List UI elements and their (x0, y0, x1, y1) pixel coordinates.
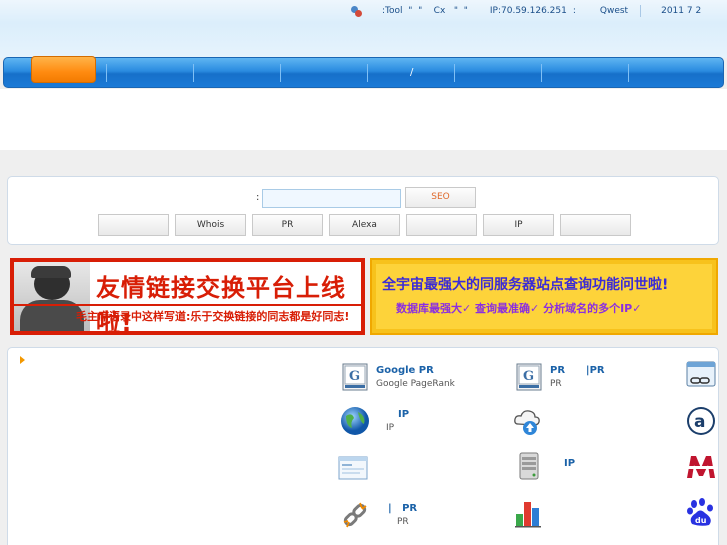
tab-alexa[interactable]: Alexa (329, 214, 400, 236)
divider (640, 5, 642, 17)
tab-query-7[interactable] (560, 214, 631, 236)
ip-label: IP: (489, 6, 501, 16)
tool-desc: IP (386, 423, 395, 433)
top-bar: :Tool " " Cx " " IP: 70.59.126.251 : Qwe… (0, 0, 727, 58)
nav-item-slash[interactable]: / (410, 67, 413, 78)
banner-inner: 友情链接交换平台上线啦! 毛主席语录中这样写道:乐于交换链接的同志都是好同志! (14, 262, 361, 337)
top-info: :Tool " " Cx " " IP: 70.59.126.251 : Qwe… (350, 4, 701, 18)
ip-colon: : (572, 6, 576, 16)
svg-text:G: G (523, 369, 534, 384)
search-label: : (256, 192, 260, 203)
nav-divider (193, 64, 194, 82)
friend-link-banner[interactable]: 友情链接交换平台上线啦! 毛主席语录中这样写道:乐于交换链接的同志都是好同志! (10, 258, 365, 337)
tool-name: Google PR (376, 365, 434, 376)
google-pr-icon: G (516, 363, 542, 391)
users-icon (350, 5, 362, 17)
google-pr-icon: G (342, 363, 368, 391)
header-spacer (0, 89, 727, 150)
banner-left-title: 友情链接交换平台上线啦! (96, 274, 346, 337)
m-logo-icon (687, 456, 715, 478)
nav-divider (106, 64, 107, 82)
banner-right-title: 全宇宙最强大的同服务器站点查询功能问世啦! (382, 277, 669, 293)
baidu-icon: du (687, 498, 713, 526)
portrait-cap (31, 266, 71, 278)
tools-panel: G Google PR Google PageRank G PR |PR PR … (7, 347, 719, 545)
tool-name: | PR (388, 503, 418, 514)
seo-query-button[interactable]: SEO (405, 187, 476, 208)
tool-name: IP (564, 458, 576, 469)
globe-icon (341, 407, 369, 435)
banner-left-sub: 毛主席语录中这样写道:乐于交换链接的同志都是好同志! (76, 310, 350, 323)
tool-desc: PR (397, 517, 409, 527)
nav-divider (541, 64, 542, 82)
browser-window-icon (338, 456, 368, 480)
nav-divider (628, 64, 629, 82)
main-nav: / (3, 56, 724, 88)
ip-value: 70.59.126.251 (501, 6, 567, 16)
alexa-icon: a (687, 407, 715, 435)
domain-search-input[interactable] (262, 189, 401, 208)
tab-ip[interactable]: IP (483, 214, 554, 236)
nav-divider (280, 64, 281, 82)
tool-name: PR |PR (550, 365, 605, 376)
same-server-banner[interactable]: 全宇宙最强大的同服务器站点查询功能问世啦! 数据库最强大✓ 查询最准确✓ 分析域… (370, 258, 718, 335)
friend-link-icon (686, 361, 716, 387)
tab-whois[interactable]: Whois (175, 214, 246, 236)
banner-right-sub: 数据库最强大✓ 查询最准确✓ 分析域名的多个IP✓ (396, 302, 642, 315)
tool-desc: Google PageRank (376, 379, 455, 389)
search-panel: : SEO Whois PR Alexa IP (7, 176, 719, 245)
svg-text:du: du (695, 516, 707, 525)
date-text: 2011 7 2 (661, 6, 702, 16)
banner-rule (14, 304, 361, 306)
tool-name: IP (398, 409, 410, 420)
nav-divider (454, 64, 455, 82)
tab-query-5[interactable] (406, 214, 477, 236)
nav-divider (367, 64, 368, 82)
tab-pr[interactable]: PR (252, 214, 323, 236)
banner-inner: 全宇宙最强大的同服务器站点查询功能问世啦! 数据库最强大✓ 查询最准确✓ 分析域… (376, 264, 712, 329)
isp-name: Qwest (599, 6, 629, 16)
svg-text:a: a (694, 412, 705, 432)
tab-query-1[interactable] (98, 214, 169, 236)
tool-desc: PR (550, 379, 562, 389)
cloud-upload-icon (514, 410, 540, 435)
nav-home-button[interactable] (31, 56, 96, 83)
bar-chart-icon (515, 502, 541, 528)
tool-text: :Tool " " Cx " " (382, 6, 468, 16)
broken-link-icon (343, 502, 367, 528)
server-icon (519, 452, 539, 480)
section-arrow-icon (20, 356, 25, 364)
svg-text:G: G (349, 369, 360, 384)
